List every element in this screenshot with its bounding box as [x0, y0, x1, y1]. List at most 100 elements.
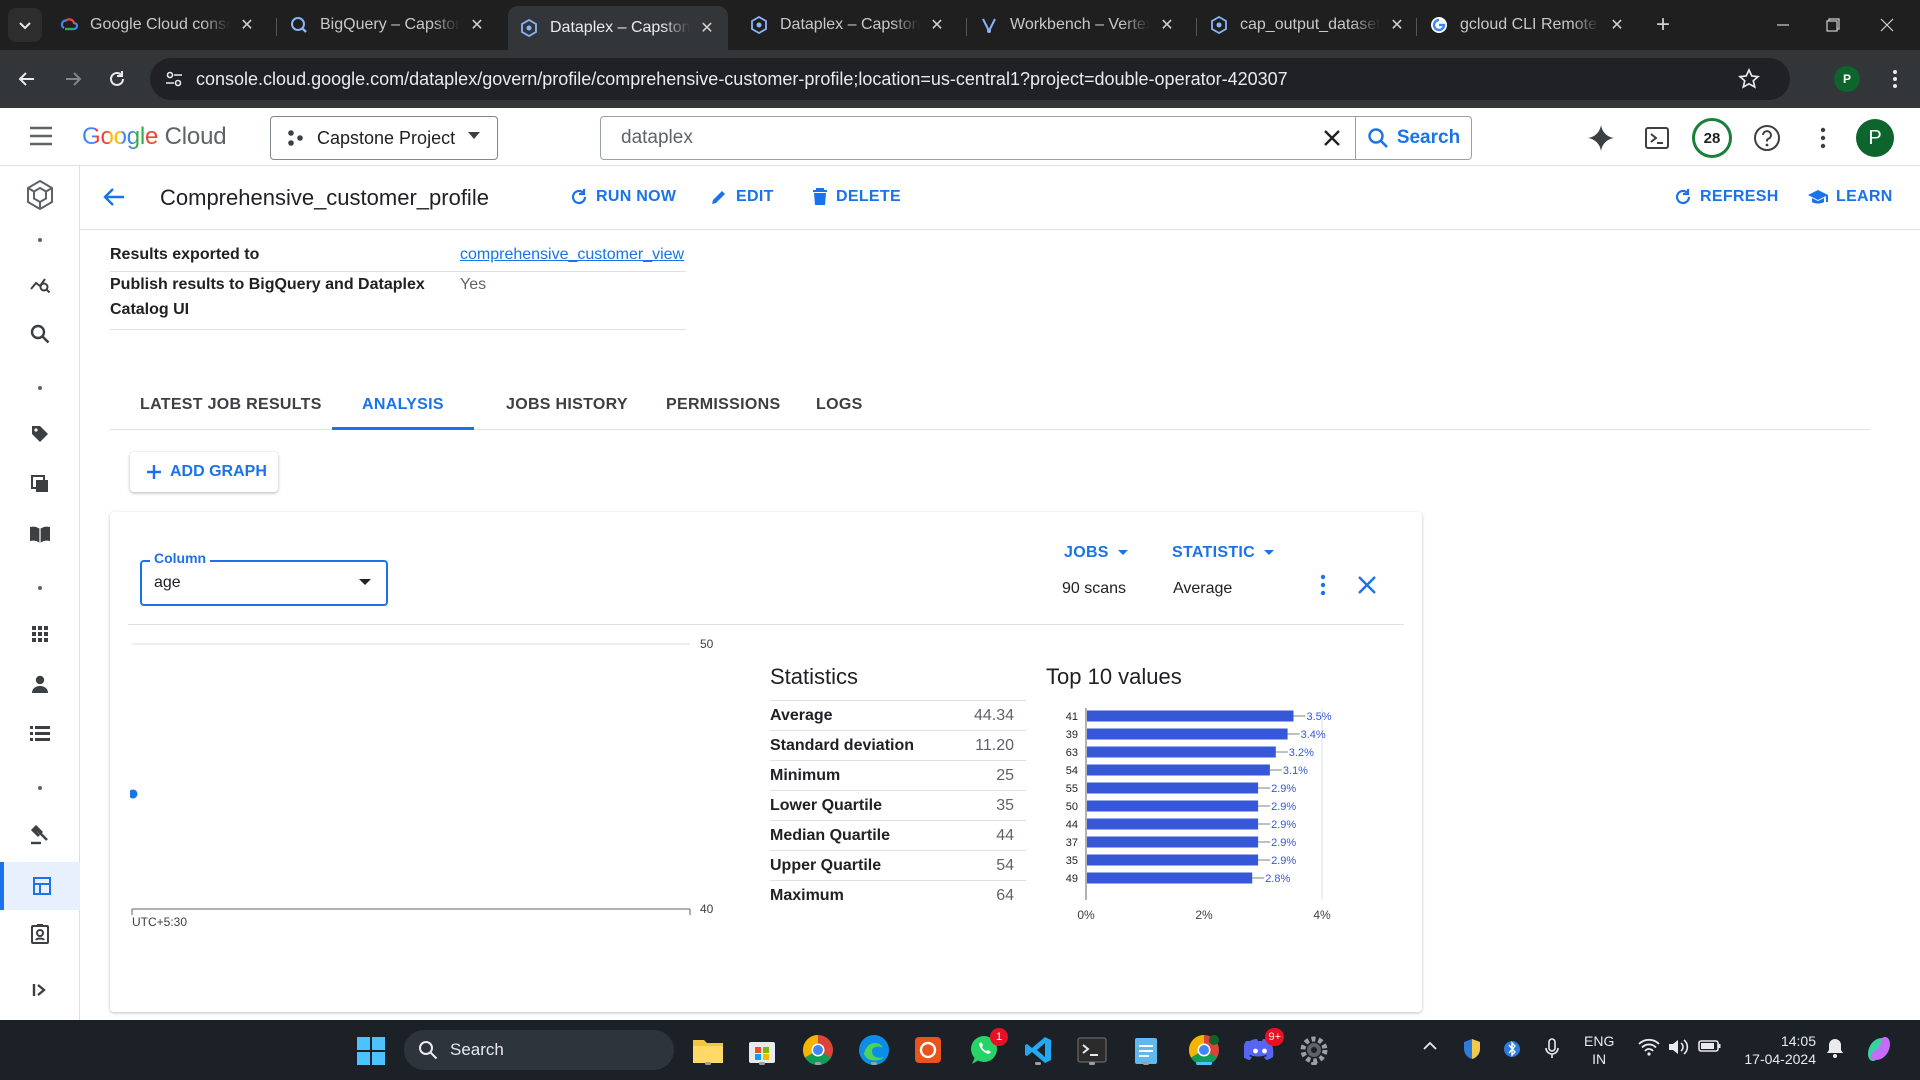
vscode-icon[interactable] [1020, 1032, 1056, 1068]
close-icon[interactable]: ✕ [1388, 16, 1406, 34]
close-icon[interactable]: ✕ [1158, 16, 1176, 34]
clock-time: 14:05 [1780, 1033, 1816, 1049]
card-close-icon[interactable] [1350, 568, 1384, 602]
terminal-icon[interactable] [1074, 1032, 1110, 1068]
tab-permissions[interactable]: PERMISSIONS [636, 382, 810, 430]
copy-icon[interactable] [0, 462, 80, 506]
gavel-policy-icon[interactable] [0, 812, 80, 856]
bookmark-star-icon[interactable] [1738, 68, 1760, 90]
taskbar-clock[interactable]: 14:05 17-04-2024 [1736, 1032, 1816, 1068]
search-input[interactable]: dataplex [601, 127, 1309, 149]
quality-badge-icon[interactable] [0, 912, 80, 956]
apps-grid-icon[interactable] [0, 612, 80, 656]
microsoft-store-icon[interactable] [744, 1032, 780, 1068]
site-info-icon[interactable] [164, 69, 184, 89]
close-icon[interactable]: ✕ [468, 16, 486, 34]
edit-button[interactable]: EDIT [710, 188, 774, 206]
chrome-profile-icon[interactable] [1186, 1032, 1222, 1068]
learn-button[interactable]: LEARN [1808, 188, 1893, 206]
back-button[interactable] [10, 62, 44, 96]
expand-rail-icon[interactable] [0, 968, 80, 1012]
jobs-dropdown[interactable]: JOBS [1064, 544, 1129, 562]
profile-scan-icon[interactable] [0, 862, 80, 910]
main-menu-button[interactable] [28, 125, 54, 147]
refresh-button[interactable]: REFRESH [1674, 188, 1779, 206]
discord-icon[interactable]: 9+ [1242, 1028, 1284, 1068]
search-icon[interactable] [0, 312, 80, 356]
file-explorer-icon[interactable] [690, 1032, 726, 1068]
tab-jobs-history[interactable]: JOBS HISTORY [476, 382, 658, 430]
export-link[interactable]: comprehensive_customer_view [460, 242, 684, 267]
add-graph-button[interactable]: ADD GRAPH [130, 452, 278, 492]
run-now-button[interactable]: RUN NOW [570, 188, 676, 206]
back-arrow-icon[interactable] [102, 186, 126, 208]
chrome-icon[interactable] [800, 1032, 836, 1068]
reload-button[interactable] [100, 62, 134, 96]
close-icon[interactable]: ✕ [1608, 16, 1626, 34]
forward-button[interactable] [56, 62, 90, 96]
copilot-icon[interactable] [1864, 1034, 1894, 1064]
taskbar-search[interactable]: Search [404, 1030, 674, 1070]
browser-menu-button[interactable] [1880, 64, 1910, 94]
search-button[interactable]: Search [1355, 117, 1471, 159]
statistic-dropdown[interactable]: STATISTIC [1172, 544, 1275, 562]
close-icon[interactable]: ✕ [698, 19, 716, 37]
browser-profile-avatar[interactable]: P [1834, 66, 1860, 92]
tab-analysis[interactable]: ANALYSIS [332, 382, 474, 430]
column-select[interactable]: Column age [140, 550, 388, 606]
wifi-icon[interactable] [1638, 1038, 1660, 1056]
tab-logs[interactable]: LOGS [786, 382, 893, 430]
address-bar[interactable]: console.cloud.google.com/dataplex/govern… [150, 58, 1790, 100]
explore-icon[interactable] [0, 262, 80, 306]
tab-search-button[interactable] [8, 8, 42, 42]
delete-button[interactable]: DELETE [812, 188, 901, 206]
close-icon[interactable]: ✕ [238, 16, 256, 34]
notifications-badge[interactable]: 28 [1692, 118, 1732, 158]
tab-latest-job-results[interactable]: LATEST JOB RESULTS [110, 382, 352, 430]
defender-shield-icon[interactable] [1462, 1038, 1482, 1060]
close-icon[interactable]: ✕ [928, 16, 946, 34]
project-name: Capstone Project [317, 127, 456, 148]
settings-gear-icon[interactable] [1296, 1032, 1332, 1068]
cloud-shell-icon[interactable] [1640, 121, 1674, 155]
close-window-button[interactable] [1864, 10, 1910, 40]
browser-tab-2[interactable]: BigQuery – Capstone ✕ [278, 6, 498, 44]
help-icon[interactable] [1750, 121, 1784, 155]
office-app-icon[interactable] [910, 1032, 946, 1068]
language-indicator[interactable]: ENG IN [1584, 1032, 1614, 1068]
notification-bell-icon[interactable] [1826, 1038, 1844, 1058]
show-hidden-icons-chevron-icon[interactable] [1422, 1038, 1438, 1054]
battery-icon[interactable] [1698, 1038, 1722, 1054]
whatsapp-icon[interactable]: 1 [966, 1028, 1008, 1068]
project-picker[interactable]: Capstone Project [270, 116, 498, 160]
notepad-icon[interactable] [1128, 1032, 1164, 1068]
new-tab-button[interactable]: + [1650, 12, 1676, 38]
edge-icon[interactable] [856, 1032, 892, 1068]
microphone-icon[interactable] [1544, 1038, 1560, 1060]
person-icon[interactable] [0, 662, 80, 706]
browser-tab-3[interactable]: Dataplex – Capstone ✕ [508, 6, 728, 50]
bluetooth-icon[interactable] [1504, 1038, 1520, 1060]
browser-tab-7[interactable]: gcloud CLI Remote L ✕ [1418, 6, 1638, 44]
stat-name: Maximum [770, 887, 844, 904]
clear-search-icon[interactable] [1309, 129, 1355, 147]
browser-tab-5[interactable]: Workbench – Vertex ✕ [968, 6, 1188, 44]
google-cloud-logo[interactable]: Google Cloud [82, 123, 227, 151]
browser-tab-1[interactable]: Google Cloud consol ✕ [48, 6, 268, 44]
dataplex-product-icon[interactable] [0, 164, 80, 226]
minimize-button[interactable] [1760, 10, 1806, 40]
browser-tab-4[interactable]: Dataplex – Capstone ✕ [738, 6, 958, 44]
y-tick-label: 50 [700, 637, 714, 651]
volume-icon[interactable] [1668, 1038, 1690, 1056]
console-search[interactable]: dataplex Search [600, 116, 1472, 160]
gemini-sparkle-icon[interactable] [1584, 121, 1618, 155]
account-avatar[interactable]: P [1856, 119, 1894, 157]
tag-icon[interactable] [0, 412, 80, 456]
browser-tab-6[interactable]: cap_output_dataset ✕ [1198, 6, 1418, 44]
list-icon[interactable] [0, 712, 80, 756]
restore-button[interactable] [1810, 10, 1856, 40]
windows-start-icon[interactable] [356, 1036, 386, 1066]
glossary-book-icon[interactable] [0, 512, 80, 556]
card-more-vert-icon[interactable] [1306, 568, 1340, 602]
more-vert-icon[interactable] [1806, 121, 1840, 155]
